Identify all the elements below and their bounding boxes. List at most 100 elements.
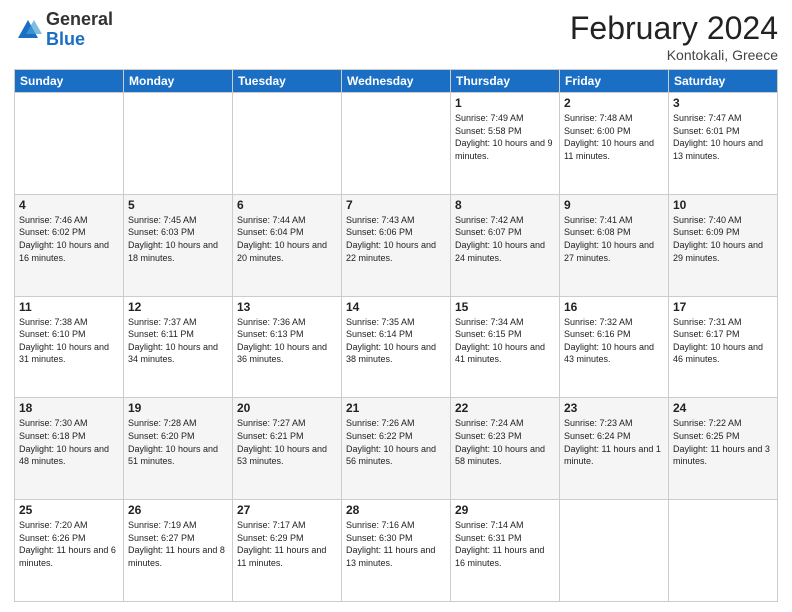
col-header-tuesday: Tuesday <box>233 70 342 93</box>
logo-icon <box>14 16 42 44</box>
day-number: 14 <box>346 300 446 314</box>
day-info: Sunrise: 7:47 AM Sunset: 6:01 PM Dayligh… <box>673 112 773 162</box>
day-number: 24 <box>673 401 773 415</box>
logo-blue: Blue <box>46 29 85 49</box>
day-cell: 24 Sunrise: 7:22 AM Sunset: 6:25 PM Dayli… <box>669 398 778 500</box>
day-info: Sunrise: 7:22 AM Sunset: 6:25 PM Dayligh… <box>673 417 773 467</box>
day-cell: 10 Sunrise: 7:40 AM Sunset: 6:09 PM Dayli… <box>669 194 778 296</box>
day-number: 26 <box>128 503 228 517</box>
page: General Blue February 2024 Kontokali, Gr… <box>0 0 792 612</box>
day-number: 29 <box>455 503 555 517</box>
day-number: 23 <box>564 401 664 415</box>
day-cell: 9Sunrise: 7:41 AM Sunset: 6:08 PM Daylig… <box>560 194 669 296</box>
day-info: Sunrise: 7:30 AM Sunset: 6:18 PM Dayligh… <box>19 417 119 467</box>
day-info: Sunrise: 7:19 AM Sunset: 6:27 PM Dayligh… <box>128 519 228 569</box>
day-info: Sunrise: 7:24 AM Sunset: 6:23 PM Dayligh… <box>455 417 555 467</box>
day-cell: 28Sunrise: 7:16 AM Sunset: 6:30 PM Dayli… <box>342 500 451 602</box>
col-header-friday: Friday <box>560 70 669 93</box>
day-cell: 25 Sunrise: 7:20 AM Sunset: 6:26 PM Dayli… <box>15 500 124 602</box>
day-cell: 8 Sunrise: 7:42 AM Sunset: 6:07 PM Daylig… <box>451 194 560 296</box>
day-cell: 7 Sunrise: 7:43 AM Sunset: 6:06 PM Daylig… <box>342 194 451 296</box>
day-info: Sunrise: 7:48 AM Sunset: 6:00 PM Dayligh… <box>564 112 664 162</box>
day-info: Sunrise: 7:49 AM Sunset: 5:58 PM Dayligh… <box>455 112 555 162</box>
logo-text: General Blue <box>46 10 113 50</box>
day-info: Sunrise: 7:38 AM Sunset: 6:10 PM Dayligh… <box>19 316 119 366</box>
day-cell <box>15 93 124 195</box>
day-info: Sunrise: 7:44 AM Sunset: 6:04 PM Dayligh… <box>237 214 337 264</box>
day-number: 10 <box>673 198 773 212</box>
day-cell: 1 Sunrise: 7:49 AM Sunset: 5:58 PM Daylig… <box>451 93 560 195</box>
day-cell: 3Sunrise: 7:47 AM Sunset: 6:01 PM Daylig… <box>669 93 778 195</box>
logo: General Blue <box>14 10 113 50</box>
day-cell: 5 Sunrise: 7:45 AM Sunset: 6:03 PM Daylig… <box>124 194 233 296</box>
day-info: Sunrise: 7:42 AM Sunset: 6:07 PM Dayligh… <box>455 214 555 264</box>
col-header-sunday: Sunday <box>15 70 124 93</box>
day-number: 22 <box>455 401 555 415</box>
day-cell: 14 Sunrise: 7:35 AM Sunset: 6:14 PM Dayli… <box>342 296 451 398</box>
week-row-2: 4 Sunrise: 7:46 AM Sunset: 6:02 PM Daylig… <box>15 194 778 296</box>
day-number: 16 <box>564 300 664 314</box>
col-header-saturday: Saturday <box>669 70 778 93</box>
day-cell: 16Sunrise: 7:32 AM Sunset: 6:16 PM Dayli… <box>560 296 669 398</box>
day-cell: 26 Sunrise: 7:19 AM Sunset: 6:27 PM Dayli… <box>124 500 233 602</box>
day-number: 7 <box>346 198 446 212</box>
day-number: 13 <box>237 300 337 314</box>
header-row: SundayMondayTuesdayWednesdayThursdayFrid… <box>15 70 778 93</box>
col-header-monday: Monday <box>124 70 233 93</box>
day-info: Sunrise: 7:23 AM Sunset: 6:24 PM Dayligh… <box>564 417 664 467</box>
day-info: Sunrise: 7:34 AM Sunset: 6:15 PM Dayligh… <box>455 316 555 366</box>
calendar-title: February 2024 <box>570 10 778 47</box>
day-cell: 18 Sunrise: 7:30 AM Sunset: 6:18 PM Dayli… <box>15 398 124 500</box>
day-number: 15 <box>455 300 555 314</box>
day-number: 1 <box>455 96 555 110</box>
day-info: Sunrise: 7:36 AM Sunset: 6:13 PM Dayligh… <box>237 316 337 366</box>
day-info: Sunrise: 7:17 AM Sunset: 6:29 PM Dayligh… <box>237 519 337 569</box>
day-info: Sunrise: 7:31 AM Sunset: 6:17 PM Dayligh… <box>673 316 773 366</box>
day-info: Sunrise: 7:43 AM Sunset: 6:06 PM Dayligh… <box>346 214 446 264</box>
day-info: Sunrise: 7:35 AM Sunset: 6:14 PM Dayligh… <box>346 316 446 366</box>
day-number: 8 <box>455 198 555 212</box>
day-number: 25 <box>19 503 119 517</box>
day-number: 11 <box>19 300 119 314</box>
day-info: Sunrise: 7:16 AM Sunset: 6:30 PM Dayligh… <box>346 519 446 569</box>
day-info: Sunrise: 7:40 AM Sunset: 6:09 PM Dayligh… <box>673 214 773 264</box>
day-cell: 12 Sunrise: 7:37 AM Sunset: 6:11 PM Dayli… <box>124 296 233 398</box>
day-cell: 22 Sunrise: 7:24 AM Sunset: 6:23 PM Dayli… <box>451 398 560 500</box>
day-cell: 19Sunrise: 7:28 AM Sunset: 6:20 PM Dayli… <box>124 398 233 500</box>
day-number: 12 <box>128 300 228 314</box>
day-cell: 21Sunrise: 7:26 AM Sunset: 6:22 PM Dayli… <box>342 398 451 500</box>
day-cell: 29 Sunrise: 7:14 AM Sunset: 6:31 PM Dayli… <box>451 500 560 602</box>
day-info: Sunrise: 7:20 AM Sunset: 6:26 PM Dayligh… <box>19 519 119 569</box>
day-info: Sunrise: 7:46 AM Sunset: 6:02 PM Dayligh… <box>19 214 119 264</box>
col-header-wednesday: Wednesday <box>342 70 451 93</box>
calendar-subtitle: Kontokali, Greece <box>570 47 778 63</box>
day-cell: 2 Sunrise: 7:48 AM Sunset: 6:00 PM Daylig… <box>560 93 669 195</box>
day-info: Sunrise: 7:45 AM Sunset: 6:03 PM Dayligh… <box>128 214 228 264</box>
week-row-5: 25 Sunrise: 7:20 AM Sunset: 6:26 PM Dayli… <box>15 500 778 602</box>
day-number: 2 <box>564 96 664 110</box>
day-cell: 13 Sunrise: 7:36 AM Sunset: 6:13 PM Dayli… <box>233 296 342 398</box>
day-cell <box>669 500 778 602</box>
col-header-thursday: Thursday <box>451 70 560 93</box>
day-cell: 17 Sunrise: 7:31 AM Sunset: 6:17 PM Dayli… <box>669 296 778 398</box>
day-cell: 4 Sunrise: 7:46 AM Sunset: 6:02 PM Daylig… <box>15 194 124 296</box>
calendar-table: SundayMondayTuesdayWednesdayThursdayFrid… <box>14 69 778 602</box>
day-number: 21 <box>346 401 446 415</box>
day-info: Sunrise: 7:37 AM Sunset: 6:11 PM Dayligh… <box>128 316 228 366</box>
day-number: 6 <box>237 198 337 212</box>
day-number: 4 <box>19 198 119 212</box>
day-number: 19 <box>128 401 228 415</box>
day-cell: 20 Sunrise: 7:27 AM Sunset: 6:21 PM Dayli… <box>233 398 342 500</box>
day-cell <box>124 93 233 195</box>
day-info: Sunrise: 7:27 AM Sunset: 6:21 PM Dayligh… <box>237 417 337 467</box>
day-number: 20 <box>237 401 337 415</box>
day-cell: 11 Sunrise: 7:38 AM Sunset: 6:10 PM Dayli… <box>15 296 124 398</box>
day-number: 18 <box>19 401 119 415</box>
day-info: Sunrise: 7:41 AM Sunset: 6:08 PM Dayligh… <box>564 214 664 264</box>
day-cell: 15 Sunrise: 7:34 AM Sunset: 6:15 PM Dayli… <box>451 296 560 398</box>
day-info: Sunrise: 7:14 AM Sunset: 6:31 PM Dayligh… <box>455 519 555 569</box>
day-number: 5 <box>128 198 228 212</box>
day-number: 17 <box>673 300 773 314</box>
day-cell <box>233 93 342 195</box>
day-number: 27 <box>237 503 337 517</box>
